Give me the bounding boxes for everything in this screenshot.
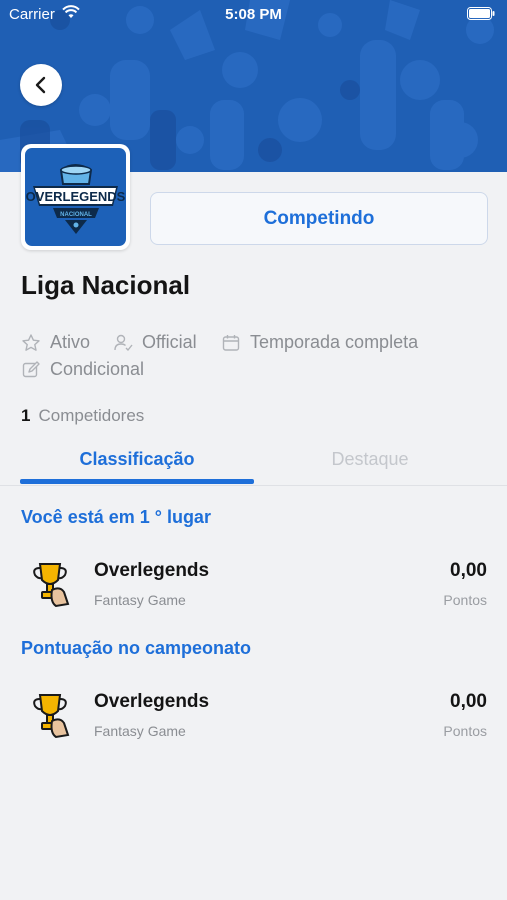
league-logo: OVERLEGENDS NACIONAL	[21, 144, 130, 250]
competitor-subtitle: Fantasy Game	[94, 723, 186, 739]
score-unit: Pontos	[443, 592, 487, 608]
competitors-count: 1 Competidores	[21, 406, 144, 426]
meta-season: Temporada completa	[221, 332, 418, 353]
meta-season-label: Temporada completa	[250, 332, 419, 352]
competitor-name: Overlegends	[94, 691, 210, 712]
calendar-icon	[222, 334, 240, 351]
ranking-row[interactable]: Overlegends Fantasy Game 0,00 Pontos	[0, 556, 507, 616]
star-icon	[22, 333, 40, 351]
competitor-score: 0,00	[450, 691, 487, 712]
status-time: 5:08 PM	[225, 6, 282, 23]
meta-status-label: Ativo	[50, 332, 91, 352]
score-unit: Pontos	[443, 723, 487, 739]
battery-icon	[467, 7, 495, 24]
section-heading-position: Você está em 1 ° lugar	[21, 507, 211, 527]
competitor-score: 0,00	[450, 560, 487, 581]
back-chevron-icon	[35, 76, 46, 94]
section-heading-championship: Pontuação no campeonato	[21, 638, 252, 658]
user-check-icon	[114, 334, 133, 351]
competitors-label: Competidores	[38, 406, 145, 425]
trophy-icon	[30, 691, 74, 744]
ranking-row[interactable]: Overlegends Fantasy Game 0,00 Pontos	[0, 687, 507, 747]
meta-status: Ativo	[21, 332, 90, 353]
back-button[interactable]	[20, 64, 62, 106]
status-bar: Carrier 5:08 PM	[0, 0, 507, 30]
competitors-number: 1	[21, 406, 31, 425]
competing-button[interactable]: Competindo	[150, 192, 488, 245]
active-tab-indicator	[20, 479, 254, 484]
trophy-icon	[30, 560, 74, 613]
overlegends-logo-icon: OVERLEGENDS NACIONAL	[26, 164, 126, 234]
meta-type: Official	[113, 332, 197, 353]
tab-destaque[interactable]: Destaque	[254, 449, 486, 470]
competitor-name: Overlegends	[94, 560, 210, 581]
league-title: Liga Nacional	[21, 270, 191, 300]
meta-type-label: Official	[142, 332, 197, 352]
meta-rule: Condicional	[21, 359, 144, 380]
competitor-subtitle: Fantasy Game	[94, 592, 186, 608]
logo-main-text: OVERLEGENDS	[26, 189, 126, 204]
logo-sub-text: NACIONAL	[60, 212, 92, 218]
tab-classificacao[interactable]: Classificação	[20, 449, 254, 470]
edit-icon	[22, 360, 40, 377]
meta-rule-label: Condicional	[50, 359, 145, 379]
